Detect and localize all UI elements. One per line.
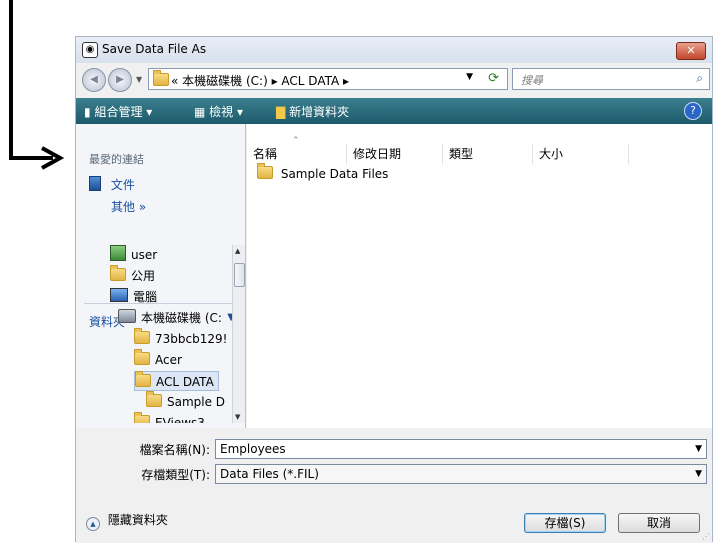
scroll-up-icon[interactable]: ▲ bbox=[235, 247, 240, 255]
annotation-arrow-vertical bbox=[9, 0, 13, 160]
documents-icon bbox=[89, 176, 101, 191]
tree-item-label: EViews3 bbox=[155, 416, 205, 423]
chevron-down-icon[interactable]: ▼ bbox=[695, 465, 702, 483]
toolbar: ▮ 組合管理 ▾ ▦ 檢視 ▾ ▇ 新增資料夾 ? bbox=[76, 98, 712, 124]
tree-scrollbar[interactable]: ▲ ▼ bbox=[232, 245, 245, 423]
chevron-down-icon[interactable]: ▼ bbox=[695, 440, 702, 458]
folder-icon bbox=[134, 349, 150, 365]
cancel-button[interactable]: 取消 bbox=[618, 513, 700, 533]
user-icon bbox=[110, 245, 126, 261]
forward-button[interactable]: ▶ bbox=[108, 68, 132, 92]
hide-folders-label: 隱藏資料夾 bbox=[107, 513, 168, 527]
address-bar: ◀ ▶ ▼ « 本機磁碟機 (C:) ▸ ACL DATA ▸ ▼ ⟳ 搜尋 ⌕ bbox=[76, 65, 712, 95]
tree-item[interactable]: 公用 bbox=[110, 265, 156, 286]
filename-value[interactable]: Employees bbox=[220, 442, 286, 456]
organize-label: 組合管理 ▾ bbox=[94, 105, 153, 119]
folder-icon bbox=[134, 328, 150, 344]
views-label: 檢視 ▾ bbox=[209, 105, 244, 119]
back-button[interactable]: ◀ bbox=[82, 68, 106, 92]
favorite-more[interactable]: 其他 » bbox=[111, 198, 146, 215]
folder-icon bbox=[257, 163, 273, 179]
folder-icon bbox=[110, 265, 126, 281]
filetype-label: 存檔類型(T): bbox=[141, 468, 210, 482]
tree-item-label: user bbox=[131, 248, 158, 262]
tree-item-label: 本機磁碟機 (C: bbox=[141, 311, 222, 325]
tree-item[interactable]: user bbox=[110, 245, 157, 265]
favorite-documents-label: 文件 bbox=[110, 178, 135, 192]
file-name: Sample Data Files bbox=[280, 167, 389, 181]
hide-folders-toggle[interactable]: ▲ 隱藏資料夾 bbox=[86, 511, 168, 531]
filename-label: 檔案名稱(N): bbox=[139, 443, 210, 457]
breadcrumb[interactable]: « 本機磁碟機 (C:) ▸ ACL DATA ▸ ▼ ⟳ bbox=[148, 68, 508, 90]
collapse-icon: ▲ bbox=[86, 517, 100, 531]
file-list: ⌃ 名稱 修改日期 類型 大小 Sample Data Files bbox=[247, 124, 712, 428]
tree-item-label: ACL DATA bbox=[156, 375, 214, 389]
save-button[interactable]: 存檔(S) bbox=[524, 513, 606, 533]
tree-item-label: 電腦 bbox=[133, 290, 158, 304]
filename-input[interactable]: Employees ▼ bbox=[215, 439, 707, 459]
favorites-header: 最愛的連結 bbox=[89, 153, 144, 166]
tree-item[interactable]: Sample D bbox=[146, 391, 226, 412]
new-folder-button[interactable]: ▇ 新增資料夾 bbox=[276, 103, 349, 120]
folder-icon bbox=[135, 371, 151, 387]
organize-icon: ▮ bbox=[84, 105, 91, 119]
history-dropdown-icon[interactable]: ▼ bbox=[136, 75, 142, 84]
folder-icon bbox=[134, 412, 150, 423]
tree-item-label: 公用 bbox=[131, 269, 156, 283]
app-icon: ◉ bbox=[82, 42, 98, 58]
scroll-thumb[interactable] bbox=[234, 263, 245, 287]
search-input[interactable]: 搜尋 bbox=[521, 72, 543, 88]
organize-button[interactable]: ▮ 組合管理 ▾ bbox=[84, 103, 152, 120]
window-title: Save Data File As bbox=[102, 42, 207, 56]
folder-tree: user 公用電腦本機磁碟機 (C: 73bbcb129! Acer ACL DATA S… bbox=[75, 245, 233, 423]
close-button[interactable]: ✕ bbox=[676, 42, 706, 60]
tree-item[interactable]: 本機磁碟機 (C: bbox=[118, 308, 222, 328]
filetype-value[interactable]: Data Files (*.FIL) bbox=[220, 467, 319, 481]
column-header-modified[interactable]: 修改日期 bbox=[347, 144, 443, 164]
search-icon[interactable]: ⌕ bbox=[696, 71, 703, 86]
tree-item[interactable]: Acer bbox=[134, 349, 182, 370]
tree-item[interactable]: EViews3 bbox=[134, 412, 205, 423]
refresh-icon[interactable]: ⟳ bbox=[488, 71, 499, 86]
help-icon[interactable]: ? bbox=[684, 102, 702, 120]
folder-icon bbox=[146, 391, 162, 407]
tree-item[interactable]: 電腦 bbox=[110, 287, 157, 307]
views-icon: ▦ bbox=[194, 105, 206, 119]
tree-item-label: Acer bbox=[155, 353, 182, 367]
new-folder-label: 新增資料夾 bbox=[289, 105, 350, 119]
new-folder-icon: ▇ bbox=[276, 105, 286, 119]
list-item[interactable]: Sample Data Files bbox=[257, 163, 389, 181]
tree-item[interactable]: ACL DATA bbox=[134, 371, 219, 391]
tree-item-label: 73bbcb129! bbox=[155, 332, 228, 346]
title-bar: ◉ Save Data File As ✕ bbox=[76, 37, 712, 63]
views-button[interactable]: ▦ 檢視 ▾ bbox=[194, 103, 243, 120]
favorite-documents[interactable]: 文件 bbox=[89, 176, 135, 193]
column-header-name[interactable]: 名稱 bbox=[247, 144, 347, 164]
tree-item[interactable]: 73bbcb129! bbox=[134, 328, 228, 349]
search-box[interactable]: 搜尋 ⌕ bbox=[512, 68, 710, 90]
column-header-type[interactable]: 類型 bbox=[443, 144, 533, 164]
tree-item-label: Sample D bbox=[167, 395, 226, 409]
save-options: 檔案名稱(N): Employees ▼ 存檔類型(T): Data Files… bbox=[76, 429, 712, 543]
scroll-down-icon[interactable]: ▼ bbox=[235, 413, 240, 421]
annotation-arrowhead bbox=[41, 146, 64, 170]
resize-grip-icon[interactable]: ⋰ bbox=[702, 532, 710, 541]
folder-icon bbox=[153, 70, 169, 86]
filetype-select[interactable]: Data Files (*.FIL) ▼ bbox=[215, 464, 707, 484]
breadcrumb-path[interactable]: « 本機磁碟機 (C:) ▸ ACL DATA ▸ bbox=[171, 72, 349, 89]
chevron-down-icon[interactable]: ▼ bbox=[466, 72, 473, 82]
drive-icon bbox=[118, 309, 136, 323]
column-header-size[interactable]: 大小 bbox=[533, 144, 629, 164]
computer-icon bbox=[110, 288, 128, 302]
